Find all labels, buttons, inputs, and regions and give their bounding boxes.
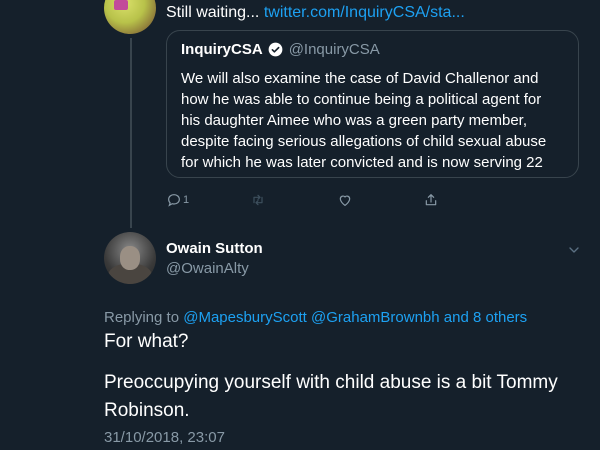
main-tweet-text-line-1: For what?	[104, 331, 189, 352]
verified-badge-icon	[268, 42, 283, 57]
reply-count: 1	[183, 194, 190, 206]
quoted-author-name: InquiryCSA	[181, 41, 263, 58]
quoted-tweet-card[interactable]: InquiryCSA @InquiryCSA We will also exam…	[166, 30, 579, 178]
avatar-badge	[114, 0, 128, 10]
avatar-main-author[interactable]	[104, 232, 156, 284]
tweet-timestamp[interactable]: 31/10/2018, 23:07	[104, 429, 225, 446]
previous-tweet-text: Still waiting... twitter.com/InquiryCSA/…	[166, 4, 465, 22]
replying-to-mentions[interactable]: @MapesburyScott @GrahamBrownbh and 8 oth…	[183, 309, 527, 326]
avatar-previous-tweet[interactable]	[104, 0, 156, 34]
main-author-name[interactable]: Owain Sutton	[166, 240, 263, 257]
reply-icon	[168, 194, 180, 207]
main-author-handle[interactable]: @OwainAlty	[166, 260, 249, 277]
chevron-down-icon[interactable]	[566, 242, 582, 258]
previous-tweet-prefix: Still waiting...	[166, 4, 260, 21]
like-action[interactable]	[337, 192, 353, 208]
share-icon	[425, 194, 437, 206]
quoted-tweet-body: We will also examine the case of David C…	[181, 70, 547, 171]
share-action[interactable]	[423, 192, 439, 208]
reply-action[interactable]: 1	[166, 192, 189, 208]
retweet-icon	[253, 194, 263, 206]
replying-to-line: Replying to @MapesburyScott @GrahamBrown…	[104, 309, 527, 326]
thread-connector-line	[130, 38, 132, 228]
main-tweet-text-line-2: Preoccupying yourself with child abuse i…	[104, 372, 558, 421]
quoted-author-handle: @InquiryCSA	[288, 41, 380, 58]
heart-icon	[339, 195, 351, 206]
previous-tweet-link[interactable]: twitter.com/InquiryCSA/sta...	[264, 4, 465, 21]
replying-to-label: Replying to	[104, 309, 180, 326]
quoted-tweet-header: InquiryCSA @InquiryCSA	[181, 41, 564, 58]
retweet-action[interactable]	[250, 192, 266, 208]
avatar-figure-face	[120, 246, 140, 270]
